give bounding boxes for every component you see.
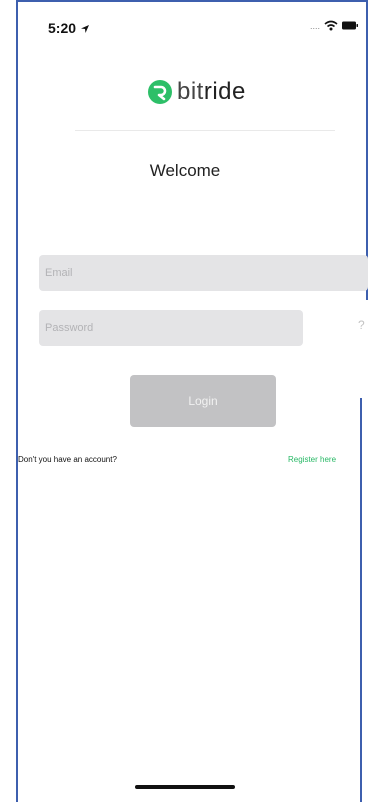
wifi-icon (324, 20, 338, 31)
welcome-heading: Welcome (149, 161, 221, 180)
status-time-text: 5:20 (48, 20, 77, 36)
login-screen: 5:20 .... bitride Welcome ? (0, 0, 370, 802)
home-indicator[interactable] (135, 785, 235, 789)
frame-border-right-lower (360, 398, 362, 802)
header-divider (75, 130, 335, 131)
brand-prefix: bit (177, 78, 204, 105)
bitride-logo: bitride (147, 78, 246, 106)
login-button[interactable]: Login (130, 375, 276, 427)
location-arrow-icon (80, 25, 89, 33)
register-link[interactable]: Register here (288, 455, 336, 464)
password-input[interactable] (39, 310, 303, 346)
status-indicators: .... (310, 20, 358, 31)
email-input[interactable] (39, 255, 368, 291)
brand-suffix: ride (203, 78, 246, 105)
brand-name: bitride (177, 78, 246, 106)
battery-icon (342, 21, 358, 30)
frame-border-left (16, 0, 18, 802)
status-bar: 5:20 .... (18, 0, 366, 50)
no-account-text: Don't you have an account? (18, 455, 117, 464)
signal-dots: .... (309, 20, 320, 31)
status-time: 5:20 (48, 20, 90, 36)
bitride-logo-icon (148, 80, 172, 104)
password-help-icon[interactable]: ? (358, 318, 365, 332)
